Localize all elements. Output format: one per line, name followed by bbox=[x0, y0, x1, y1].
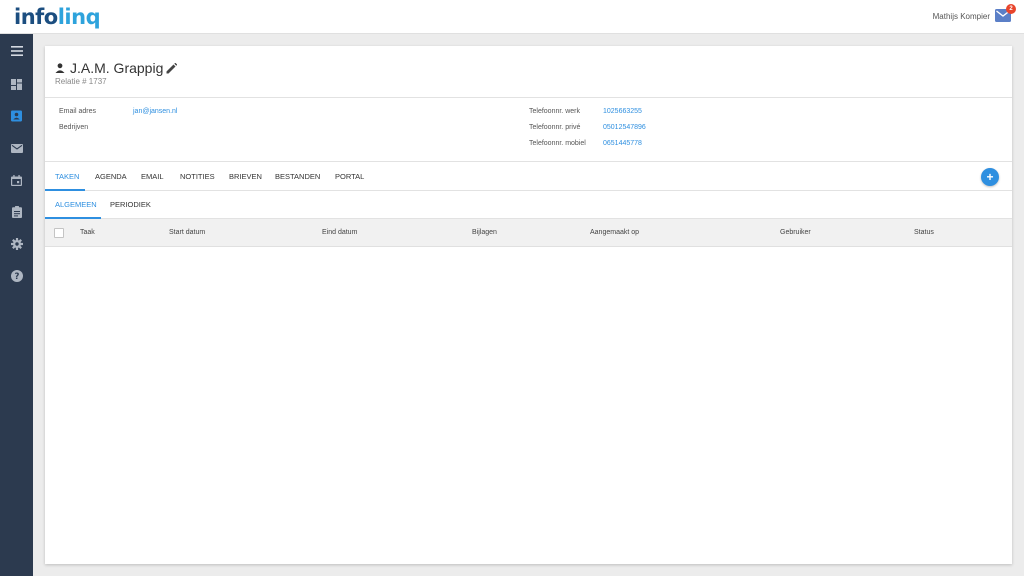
sidebar-item-tasks[interactable] bbox=[0, 200, 33, 224]
column-taak[interactable]: Taak bbox=[80, 219, 95, 247]
tab-brieven[interactable]: BRIEVEN bbox=[229, 163, 262, 191]
tab-portal[interactable]: PORTAL bbox=[335, 163, 364, 191]
column-bijlagen[interactable]: Bijlagen bbox=[472, 219, 497, 247]
app-logo[interactable]: info linq bbox=[14, 3, 101, 31]
tab-bestanden[interactable]: BESTANDEN bbox=[275, 163, 320, 191]
subtab-periodiek[interactable]: PERIODIEK bbox=[110, 191, 151, 219]
logo-text-part1: info bbox=[14, 5, 58, 29]
sidebar: ? bbox=[0, 34, 33, 576]
column-eind-datum[interactable]: Eind datum bbox=[322, 219, 357, 247]
menu-icon bbox=[10, 46, 23, 56]
table-body bbox=[45, 248, 1012, 564]
mail-icon bbox=[10, 143, 23, 153]
main-tabs: TAKEN AGENDA EMAIL NOTITIES BRIEVEN BEST… bbox=[45, 163, 1012, 191]
calendar-icon bbox=[11, 174, 22, 186]
person-icon bbox=[55, 63, 65, 73]
page-title: J.A.M. Grappig bbox=[70, 60, 164, 76]
notification-badge: 2 bbox=[1006, 4, 1016, 14]
phone-work-label: Telefoonnr. werk bbox=[529, 108, 580, 115]
column-status[interactable]: Status bbox=[914, 219, 934, 247]
phone-private-label: Telefoonnr. privé bbox=[529, 124, 581, 131]
sidebar-item-contacts[interactable] bbox=[0, 104, 33, 128]
sidebar-item-mail[interactable] bbox=[0, 136, 33, 160]
tab-taken[interactable]: TAKEN bbox=[55, 163, 79, 191]
sidebar-item-menu[interactable] bbox=[0, 39, 33, 63]
select-all-checkbox[interactable] bbox=[54, 228, 64, 238]
phone-work-value[interactable]: 1025663255 bbox=[603, 108, 642, 115]
contact-header: J.A.M. Grappig Relatie # 1737 bbox=[45, 46, 1012, 98]
top-bar: info linq Mathijs Kompier 2 bbox=[0, 0, 1024, 34]
companies-label: Bedrijven bbox=[59, 124, 89, 131]
subtab-algemeen[interactable]: ALGEMEEN bbox=[55, 191, 97, 219]
logo-text-part2: linq bbox=[57, 5, 101, 29]
add-task-button[interactable]: + bbox=[981, 168, 999, 186]
user-name[interactable]: Mathijs Kompier bbox=[933, 12, 990, 21]
sidebar-item-settings[interactable] bbox=[0, 232, 33, 256]
email-value-link[interactable]: jan@jansen.nl bbox=[133, 108, 177, 115]
column-start-datum[interactable]: Start datum bbox=[169, 219, 205, 247]
svg-text:?: ? bbox=[14, 272, 19, 282]
contact-card: J.A.M. Grappig Relatie # 1737 Email adre… bbox=[45, 46, 1012, 564]
sidebar-item-help[interactable]: ? bbox=[0, 264, 33, 288]
dashboard-icon bbox=[11, 78, 22, 90]
tab-email[interactable]: EMAIL bbox=[141, 163, 164, 191]
tab-agenda[interactable]: AGENDA bbox=[95, 163, 127, 191]
phone-private-value[interactable]: 05012547896 bbox=[603, 124, 646, 131]
column-gebruiker[interactable]: Gebruiker bbox=[780, 219, 811, 247]
notifications-button[interactable]: 2 bbox=[995, 4, 1016, 23]
clipboard-icon bbox=[11, 206, 22, 218]
relation-number: Relatie # 1737 bbox=[55, 77, 107, 86]
contact-details: Email adres jan@jansen.nl Bedrijven Tele… bbox=[45, 98, 1012, 162]
column-aangemaakt-op[interactable]: Aangemaakt op bbox=[590, 219, 639, 247]
tab-notities[interactable]: NOTITIES bbox=[180, 163, 215, 191]
contacts-icon bbox=[11, 110, 22, 122]
table-header: Taak Start datum Eind datum Bijlagen Aan… bbox=[45, 219, 1012, 247]
sidebar-item-calendar[interactable] bbox=[0, 168, 33, 192]
gear-icon bbox=[10, 238, 23, 250]
phone-mobile-label: Telefoonnr. mobiel bbox=[529, 140, 586, 147]
phone-mobile-value[interactable]: 0651445778 bbox=[603, 140, 642, 147]
email-label: Email adres bbox=[59, 108, 96, 115]
sidebar-item-dashboard[interactable] bbox=[0, 72, 33, 96]
sub-tabs: ALGEMEEN PERIODIEK bbox=[45, 191, 1012, 219]
help-icon: ? bbox=[10, 270, 23, 282]
edit-pencil-icon[interactable] bbox=[166, 63, 177, 74]
